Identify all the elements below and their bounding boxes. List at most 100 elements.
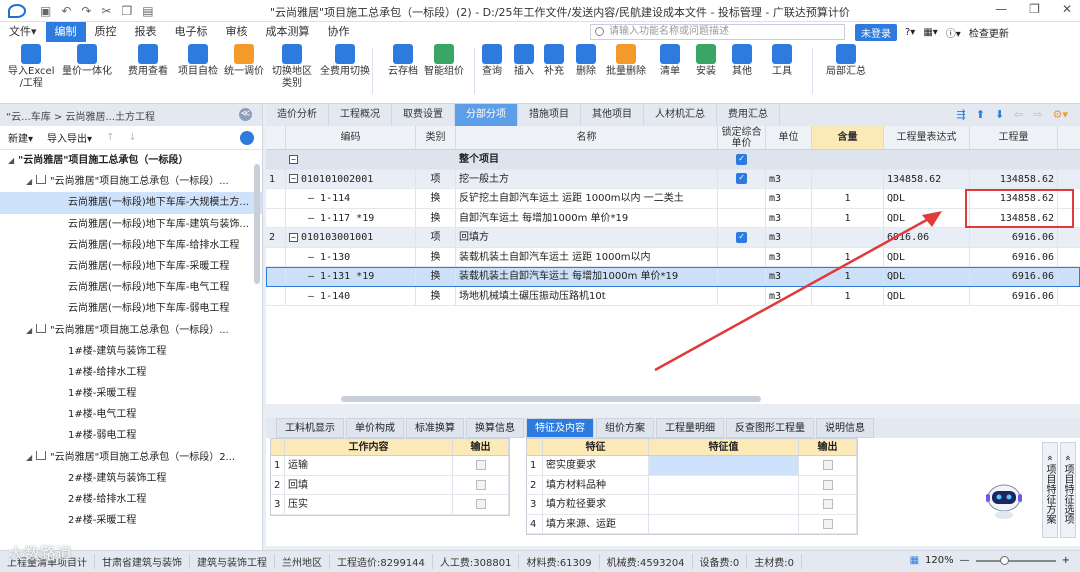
- detail-tab-2[interactable]: 标准换算: [406, 418, 464, 438]
- table-cell[interactable]: [266, 247, 286, 266]
- menu-item[interactable]: 报表: [126, 22, 166, 42]
- tab-4[interactable]: 措施项目: [518, 104, 581, 126]
- grid-header-cell[interactable]: 编码: [286, 126, 416, 149]
- table-cell[interactable]: — 1-130: [286, 247, 416, 266]
- tree-node[interactable]: 1#楼-电气工程: [0, 404, 262, 425]
- table-cell[interactable]: 压实: [285, 495, 453, 514]
- table-cell[interactable]: 2: [527, 475, 543, 494]
- save-icon[interactable]: ▣: [40, 4, 51, 18]
- help-icon[interactable]: ?▾: [905, 27, 915, 38]
- table-cell[interactable]: — 1-114: [286, 189, 416, 208]
- table-cell[interactable]: 换: [416, 267, 456, 286]
- toolbar-button[interactable]: 项目自检: [178, 44, 218, 78]
- checkbox-icon[interactable]: [475, 460, 486, 470]
- table-cell[interactable]: 项: [416, 228, 456, 247]
- table-row[interactable]: 3 填方粒径要求: [527, 495, 857, 515]
- table-cell[interactable]: 换: [416, 208, 456, 227]
- checkbox-icon[interactable]: [475, 479, 486, 490]
- toolbar-button[interactable]: 查询: [482, 44, 502, 78]
- table-cell[interactable]: 3: [527, 495, 543, 514]
- maximize-icon[interactable]: ❐: [1029, 2, 1040, 16]
- move-up-icon[interactable]: ↑: [106, 132, 114, 143]
- checkbox-checked-icon[interactable]: ✓: [736, 173, 747, 184]
- view-icon[interactable]: ▦: [910, 555, 919, 566]
- tree-node[interactable]: 云尚雅居(一标段)地下车库-电气工程: [0, 277, 262, 298]
- table-cell[interactable]: [799, 475, 857, 494]
- table-cell[interactable]: [453, 475, 509, 494]
- grid-header-cell[interactable]: 工程量: [970, 126, 1058, 149]
- zoom-in-icon[interactable]: +: [1062, 555, 1070, 566]
- table-row[interactable]: 1 密实度要求: [527, 456, 857, 476]
- table-row[interactable]: 4 填方来源、运距: [527, 514, 857, 534]
- tree-node[interactable]: ◢ "云尚雅居"项目施工总承包（一标段）...: [0, 171, 262, 192]
- menu-item[interactable]: 电子标: [166, 22, 217, 42]
- table-cell[interactable]: m3: [766, 169, 812, 188]
- table-cell[interactable]: 密实度要求: [543, 456, 649, 475]
- checkbox-checked-icon[interactable]: ✓: [736, 153, 747, 165]
- toolbar-button[interactable]: 局部汇总: [826, 44, 866, 78]
- expand-triangle-icon[interactable]: ◢: [8, 150, 18, 171]
- detail-tab-1[interactable]: 单价构成: [346, 418, 404, 438]
- login-button[interactable]: 未登录: [855, 24, 897, 41]
- detail-tab-3[interactable]: 换算信息: [466, 418, 524, 438]
- grid-header-cell[interactable]: 含量: [812, 126, 884, 149]
- table-row[interactable]: 1 运输: [271, 456, 509, 476]
- side-tab[interactable]: « 项目特征方案: [1042, 442, 1058, 538]
- toolbar-button[interactable]: 量价一体化: [62, 44, 112, 78]
- table-cell[interactable]: [649, 475, 799, 494]
- checkbox-icon[interactable]: [822, 460, 833, 470]
- undo-icon[interactable]: ↶: [61, 4, 71, 18]
- close-icon[interactable]: ✕: [1062, 2, 1072, 16]
- table-cell[interactable]: — 1-131 *19: [286, 267, 416, 286]
- table-cell[interactable]: ✓: [718, 169, 766, 188]
- table-cell[interactable]: 2: [266, 228, 286, 247]
- tree-node[interactable]: 1#楼-给排水工程: [0, 362, 262, 383]
- settings-icon[interactable]: ⚙▾: [1053, 108, 1068, 121]
- toolbar-button[interactable]: 切换地区 类别: [272, 44, 312, 90]
- locate-icon[interactable]: [240, 131, 254, 145]
- table-cell[interactable]: 填方粒径要求: [543, 495, 649, 514]
- tree-scrollbar[interactable]: [254, 164, 260, 284]
- detail-tab-7[interactable]: 反查图形工程量: [726, 418, 814, 438]
- info-icon[interactable]: ⓘ▾: [946, 25, 961, 40]
- table-row[interactable]: 3 压实: [271, 495, 509, 515]
- grid-header-cell[interactable]: 单位: [766, 126, 812, 149]
- grid-header-cell[interactable]: 名称: [456, 126, 718, 149]
- table-row[interactable]: − 整个项目 ✓: [266, 150, 1080, 170]
- toolbar-button[interactable]: 全费用切换: [320, 44, 370, 78]
- table-row[interactable]: 2 填方材料品种: [527, 475, 857, 495]
- table-cell[interactable]: 134858.62: [884, 169, 970, 188]
- zoom-slider[interactable]: [975, 555, 1056, 565]
- menu-item[interactable]: 文件▾: [0, 22, 46, 42]
- tab-5[interactable]: 其他项目: [581, 104, 644, 126]
- zoom-out-icon[interactable]: —: [960, 555, 970, 566]
- table-cell[interactable]: 运输: [285, 456, 453, 475]
- detail-tab-5[interactable]: 组价方案: [596, 418, 654, 438]
- tree-node[interactable]: 1#楼-采暖工程: [0, 383, 262, 404]
- table-cell[interactable]: [266, 286, 286, 305]
- tree-node[interactable]: 云尚雅居(一标段)地下车库-给排水工程: [0, 235, 262, 256]
- tree-node[interactable]: 1#楼-弱电工程: [0, 425, 262, 446]
- toolbar-button[interactable]: 批量删除: [606, 44, 646, 78]
- table-cell[interactable]: — 1-117 *19: [286, 208, 416, 227]
- toolbar-button[interactable]: 补充: [544, 44, 564, 78]
- table-cell[interactable]: 6916.06: [970, 286, 1058, 305]
- tree-node[interactable]: 1#楼-建筑与装饰工程: [0, 341, 262, 362]
- table-cell[interactable]: [266, 267, 286, 286]
- tree-node[interactable]: 云尚雅居(一标段)地下车库-建筑与装饰...: [0, 214, 262, 235]
- expand-triangle-icon[interactable]: ◢: [26, 447, 36, 468]
- table-cell[interactable]: [649, 456, 799, 475]
- tree-node[interactable]: 云尚雅居(一标段)地下车库-弱电工程: [0, 298, 262, 319]
- checkbox-icon[interactable]: [822, 518, 833, 529]
- tree-node[interactable]: ◢ "云尚雅居"项目施工总承包（一标段）...: [0, 320, 262, 341]
- tree-node[interactable]: 云尚雅居(一标段)地下车库-大规模土方...: [0, 192, 262, 214]
- tree-node[interactable]: 2#楼-采暖工程: [0, 510, 262, 531]
- import-export-button[interactable]: 导入导出▾: [47, 130, 92, 145]
- checkbox-icon[interactable]: [822, 479, 833, 490]
- table-cell[interactable]: [799, 495, 857, 514]
- table-cell[interactable]: 6916.06: [970, 267, 1058, 286]
- table-cell[interactable]: ✓: [718, 150, 766, 169]
- table-cell[interactable]: [649, 514, 799, 533]
- tab-6[interactable]: 人材机汇总: [644, 104, 717, 126]
- collapse-box-icon[interactable]: −: [289, 154, 298, 164]
